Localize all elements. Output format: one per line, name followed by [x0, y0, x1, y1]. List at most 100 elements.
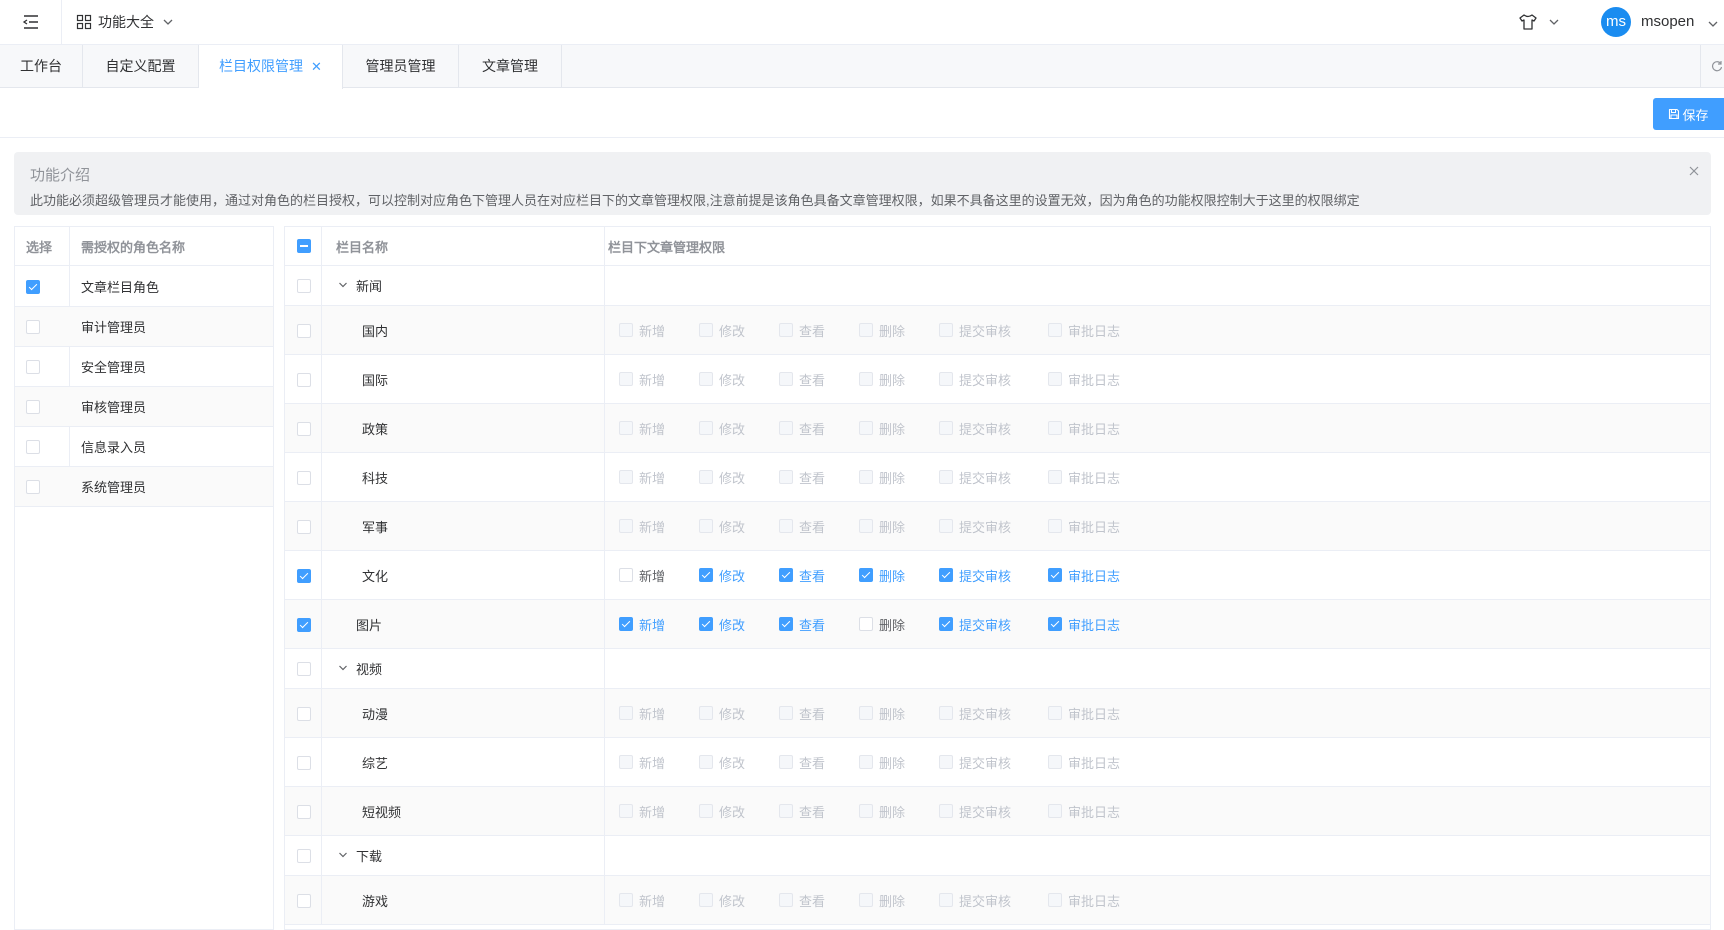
checkbox-box[interactable] — [939, 568, 953, 582]
username[interactable]: msopen — [1641, 0, 1694, 44]
checkbox-box[interactable] — [939, 893, 953, 907]
checkbox-box[interactable] — [779, 470, 793, 484]
select-all-checkbox[interactable] — [297, 239, 311, 253]
chevron-down-icon[interactable] — [338, 850, 348, 860]
role-checkbox[interactable] — [26, 320, 40, 334]
checkbox-box[interactable] — [1048, 519, 1062, 533]
checkbox-box[interactable] — [859, 421, 873, 435]
checkbox-box[interactable] — [699, 706, 713, 720]
role-checkbox[interactable] — [26, 360, 40, 374]
checkbox-box[interactable] — [1048, 323, 1062, 337]
row-checkbox[interactable] — [297, 662, 311, 676]
checkbox-box[interactable] — [859, 804, 873, 818]
role-checkbox[interactable] — [26, 280, 40, 294]
tab-column-permission[interactable]: 栏目权限管理 ✕ — [199, 45, 343, 89]
row-checkbox[interactable] — [297, 804, 311, 819]
checkbox-box[interactable] — [859, 323, 873, 337]
checkbox-box[interactable] — [859, 470, 873, 484]
row-checkbox[interactable] — [297, 470, 311, 485]
close-icon[interactable]: ✕ — [311, 59, 322, 74]
checkbox-box[interactable] — [779, 893, 793, 907]
checkbox-box[interactable] — [699, 893, 713, 907]
checkbox-box[interactable] — [699, 372, 713, 386]
checkbox-box[interactable] — [859, 755, 873, 769]
checkbox-box[interactable] — [1048, 470, 1062, 484]
checkbox-box[interactable] — [859, 519, 873, 533]
checkbox-box[interactable] — [939, 706, 953, 720]
chevron-down-icon[interactable] — [1548, 16, 1560, 28]
checkbox-box[interactable] — [779, 755, 793, 769]
row-checkbox[interactable] — [297, 849, 311, 863]
checkbox-box[interactable] — [1048, 372, 1062, 386]
checkbox-box[interactable] — [619, 421, 633, 435]
checkbox-box[interactable] — [779, 568, 793, 582]
checkbox-box[interactable] — [699, 470, 713, 484]
checkbox-box[interactable] — [699, 323, 713, 337]
checkbox-box[interactable] — [779, 706, 793, 720]
checkbox-box[interactable] — [939, 804, 953, 818]
role-checkbox[interactable] — [26, 400, 40, 414]
checkbox-box[interactable] — [779, 372, 793, 386]
refresh-tabs-button[interactable] — [1700, 45, 1724, 88]
checkbox-box[interactable] — [1048, 617, 1062, 631]
checkbox-box[interactable] — [1048, 755, 1062, 769]
checkbox-box[interactable] — [1048, 893, 1062, 907]
checkbox-box[interactable] — [779, 519, 793, 533]
row-checkbox[interactable] — [297, 706, 311, 721]
row-checkbox[interactable] — [297, 279, 311, 293]
avatar[interactable]: ms — [1601, 7, 1631, 37]
checkbox-box[interactable] — [859, 893, 873, 907]
row-checkbox[interactable] — [297, 617, 311, 632]
checkbox-box[interactable] — [619, 893, 633, 907]
row-checkbox[interactable] — [297, 372, 311, 387]
tab-workbench[interactable]: 工作台 — [0, 45, 83, 88]
row-checkbox[interactable] — [297, 755, 311, 770]
role-row[interactable]: 审计管理员 — [15, 307, 273, 347]
checkbox-box[interactable] — [619, 568, 633, 582]
checkbox-box[interactable] — [619, 617, 633, 631]
checkbox-box[interactable] — [859, 617, 873, 631]
checkbox-box[interactable] — [619, 470, 633, 484]
checkbox-box[interactable] — [779, 804, 793, 818]
checkbox-box[interactable] — [619, 804, 633, 818]
row-checkbox[interactable] — [297, 323, 311, 338]
checkbox-box[interactable] — [699, 617, 713, 631]
checkbox-box[interactable] — [619, 519, 633, 533]
row-checkbox[interactable] — [297, 421, 311, 436]
chevron-down-icon[interactable] — [1707, 18, 1719, 30]
checkbox-box[interactable] — [1048, 706, 1062, 720]
checkbox-box[interactable] — [859, 372, 873, 386]
role-row[interactable]: 信息录入员 — [15, 427, 273, 467]
role-row[interactable]: 系统管理员 — [15, 467, 273, 507]
tab-custom-config[interactable]: 自定义配置 — [83, 45, 199, 88]
checkbox-box[interactable] — [619, 755, 633, 769]
checkbox-box[interactable] — [939, 470, 953, 484]
role-row[interactable]: 安全管理员 — [15, 347, 273, 387]
checkbox-box[interactable] — [859, 706, 873, 720]
row-checkbox[interactable] — [297, 568, 311, 583]
checkbox-box[interactable] — [699, 519, 713, 533]
checkbox-box[interactable] — [699, 421, 713, 435]
row-checkbox[interactable] — [297, 893, 311, 908]
row-checkbox[interactable] — [297, 519, 311, 534]
checkbox-box[interactable] — [779, 421, 793, 435]
chevron-down-icon[interactable] — [338, 280, 348, 290]
checkbox-box[interactable] — [779, 617, 793, 631]
close-icon[interactable] — [1687, 164, 1701, 178]
checkbox-box[interactable] — [699, 755, 713, 769]
checkbox-box[interactable] — [779, 323, 793, 337]
role-checkbox[interactable] — [26, 440, 40, 454]
checkbox-box[interactable] — [939, 617, 953, 631]
role-row[interactable]: 文章栏目角色 — [15, 267, 273, 307]
checkbox-box[interactable] — [1048, 421, 1062, 435]
role-row[interactable]: 审核管理员 — [15, 387, 273, 427]
checkbox-box[interactable] — [939, 421, 953, 435]
role-checkbox[interactable] — [26, 480, 40, 494]
save-button[interactable]: 保存 — [1653, 98, 1724, 130]
checkbox-box[interactable] — [1048, 568, 1062, 582]
checkbox-box[interactable] — [939, 755, 953, 769]
menu-fold-icon[interactable] — [22, 13, 40, 31]
checkbox-box[interactable] — [1048, 804, 1062, 818]
checkbox-box[interactable] — [859, 568, 873, 582]
chevron-down-icon[interactable] — [338, 663, 348, 673]
